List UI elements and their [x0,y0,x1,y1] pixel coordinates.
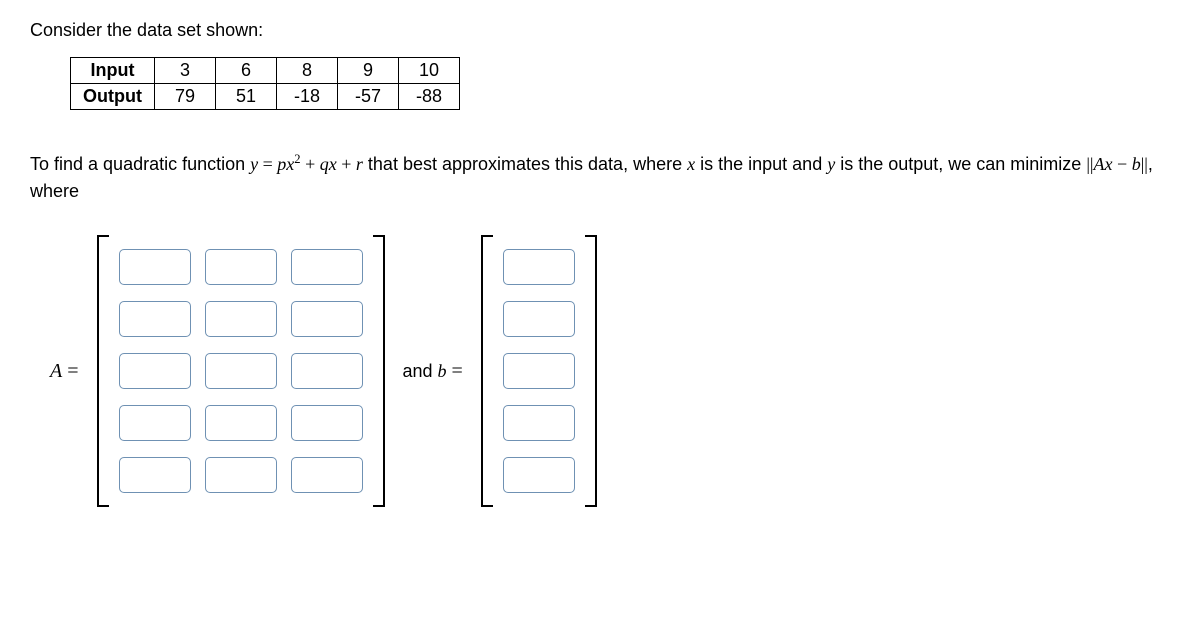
A-label: A = [50,360,79,383]
vector-b-cell-input[interactable] [503,405,575,441]
table-cell: 51 [215,84,276,110]
matrix-row [503,353,575,389]
matrix-row [503,249,575,285]
matrix-A-cell-input[interactable] [119,353,191,389]
table-cell: 3 [154,58,215,84]
matrix-A-cell-input[interactable] [205,457,277,493]
table-cell: -57 [337,84,398,110]
table-cell: 79 [154,84,215,110]
matrix-A-cell-input[interactable] [291,249,363,285]
explanation-text: To find a quadratic function y = px2 + q… [30,150,1170,205]
intro-text: Consider the data set shown: [30,20,1170,41]
matrix-A-cell-input[interactable] [119,405,191,441]
data-table: Input 3 6 8 9 10 Output 79 51 -18 -57 -8… [70,57,460,110]
matrix-A-cell-input[interactable] [291,301,363,337]
matrix-A-cell-input[interactable] [291,405,363,441]
table-cell: 6 [215,58,276,84]
matrix-row [119,405,363,441]
table-row: Output 79 51 -18 -57 -88 [71,84,460,110]
right-bracket-icon [585,235,597,507]
and-label: and b = [403,360,463,383]
table-row: Input 3 6 8 9 10 [71,58,460,84]
left-bracket-icon [97,235,109,507]
matrix-A-cell-input[interactable] [119,249,191,285]
vector-b-cell-input[interactable] [503,249,575,285]
vector-b [481,235,597,507]
output-row-label: Output [71,84,155,110]
matrix-equation-row: A = and b = [50,235,1170,507]
matrix-A-cell-input[interactable] [119,457,191,493]
matrix-row [119,301,363,337]
matrix-row [119,353,363,389]
matrix-A [97,235,385,507]
vector-b-cell-input[interactable] [503,353,575,389]
matrix-row [503,301,575,337]
input-row-label: Input [71,58,155,84]
table-cell: -18 [276,84,337,110]
matrix-A-cell-input[interactable] [291,457,363,493]
table-cell: -88 [398,84,459,110]
matrix-row [503,405,575,441]
table-cell: 9 [337,58,398,84]
left-bracket-icon [481,235,493,507]
matrix-A-cell-input[interactable] [205,405,277,441]
table-cell: 10 [398,58,459,84]
matrix-A-cell-input[interactable] [119,301,191,337]
matrix-row [119,249,363,285]
matrix-A-cell-input[interactable] [291,353,363,389]
matrix-A-cell-input[interactable] [205,249,277,285]
matrix-A-cell-input[interactable] [205,353,277,389]
matrix-row [503,457,575,493]
table-cell: 8 [276,58,337,84]
vector-b-cell-input[interactable] [503,457,575,493]
matrix-row [119,457,363,493]
matrix-A-cell-input[interactable] [205,301,277,337]
vector-b-cell-input[interactable] [503,301,575,337]
right-bracket-icon [373,235,385,507]
